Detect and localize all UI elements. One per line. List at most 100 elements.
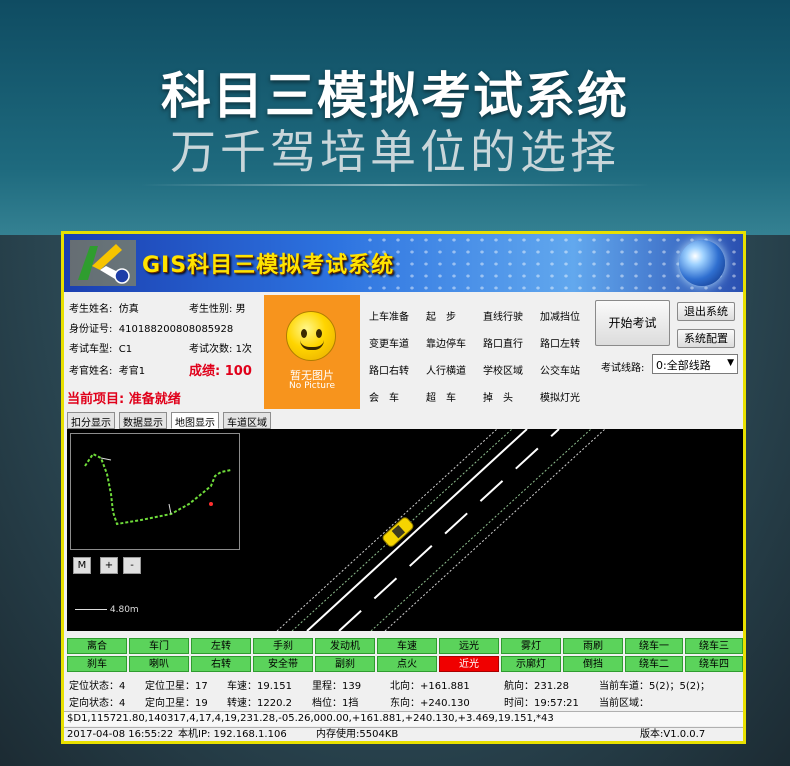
current-item-label: 当前项目: <box>67 392 125 407</box>
signal-cell: 右转 <box>191 656 251 672</box>
telemetry-value: 定向状态：4 <box>69 698 126 709</box>
signal-cell: 绕车三 <box>685 638 743 654</box>
exam-item[interactable]: 变更车道 <box>369 335 409 350</box>
count-value: 1次 <box>235 344 252 355</box>
name-value: 仿真 <box>118 304 139 315</box>
smiley-eye-right <box>316 329 322 338</box>
system-config-button[interactable]: 系统配置 <box>677 329 735 348</box>
score-row: 成绩: 100 <box>189 360 252 379</box>
exit-system-button[interactable]: 退出系统 <box>677 302 735 321</box>
signal-cell-active: 近光 <box>439 656 499 672</box>
count-label: 考试次数: <box>189 344 233 355</box>
exam-item[interactable]: 公交车站 <box>540 362 580 377</box>
zoom-reset-button[interactable]: M <box>73 557 91 574</box>
no-photo-text-en: No Picture <box>288 381 336 391</box>
exam-item[interactable]: 路口直行 <box>483 335 523 350</box>
zoom-in-button[interactable]: + <box>100 557 118 574</box>
signal-cell: 车速 <box>377 638 437 654</box>
telemetry-value: 当前车道：5(2)；5(2)； <box>599 681 711 692</box>
telemetry-value: 航向：231.28 <box>504 681 569 692</box>
exam-item[interactable]: 模拟灯光 <box>540 389 580 404</box>
telemetry-value: 里程：139 <box>312 681 362 692</box>
signal-cell: 离合 <box>67 638 127 654</box>
exam-item[interactable]: 靠边停车 <box>426 335 466 350</box>
hero-divider <box>140 184 650 186</box>
count-row: 考试次数: 1次 <box>189 340 252 355</box>
current-item: 当前项目: 准备就绪 <box>67 388 181 407</box>
signal-cell: 雨刷 <box>563 638 623 654</box>
signal-cell: 左转 <box>191 638 251 654</box>
telemetry-value: 当前区域： <box>599 698 649 709</box>
car-value: C1 <box>118 344 133 355</box>
signal-cell: 刹车 <box>67 656 127 672</box>
exam-item[interactable]: 上车准备 <box>369 308 409 323</box>
start-exam-button[interactable]: 开始考试 <box>595 300 670 346</box>
signal-cell: 发动机 <box>315 638 375 654</box>
status-bar: 2017-04-08 16:55:22 本机IP: 192.168.1.106 … <box>64 727 743 741</box>
telemetry-value: 车速：19.151 <box>227 681 292 692</box>
signal-cell: 点火 <box>377 656 437 672</box>
status-memory: 内存使用:5504KB <box>316 729 399 740</box>
signal-cell: 绕车二 <box>625 656 683 672</box>
exam-item[interactable]: 人行横道 <box>426 362 466 377</box>
hero-subtitle: 万千驾培单位的选择 <box>170 125 620 179</box>
examiner-row: 考官姓名: 考官1 <box>69 362 146 377</box>
gender-value: 男 <box>235 304 246 315</box>
scale-label: 4.80m <box>109 605 139 615</box>
exam-item[interactable]: 学校区域 <box>483 362 523 377</box>
candidate-photo: 暂无图片 No Picture <box>264 295 360 409</box>
examiner-value: 考官1 <box>118 366 146 377</box>
globe-icon <box>679 240 725 286</box>
tab-data[interactable]: 数据显示 <box>119 412 167 429</box>
exam-item[interactable]: 加减挡位 <box>540 308 580 323</box>
score-label: 成绩: <box>189 364 221 379</box>
tab-map[interactable]: 地图显示 <box>171 412 219 429</box>
signal-cell: 车门 <box>129 638 189 654</box>
route-selected-value: 0:全部线路 <box>656 359 711 372</box>
exam-item[interactable]: 超 车 <box>426 389 456 404</box>
telemetry-value: 东向：+240.130 <box>390 698 470 709</box>
smiley-eye-left <box>301 329 307 338</box>
route-trace <box>84 452 232 526</box>
signal-cell: 安全带 <box>253 656 313 672</box>
signal-cell: 副刹 <box>315 656 375 672</box>
telemetry-value: 档位：1挡 <box>312 698 359 709</box>
route-select[interactable]: 0:全部线路 ▼ <box>652 354 738 374</box>
signal-cell: 远光 <box>439 638 499 654</box>
car-row: 考试车型: C1 <box>69 340 133 355</box>
signal-cell: 倒挡 <box>563 656 623 672</box>
score-value: 100 <box>224 364 252 379</box>
signal-cell: 雾灯 <box>501 638 561 654</box>
smiley-icon <box>286 311 336 361</box>
telemetry-value: 北向：+161.881 <box>390 681 470 692</box>
telemetry-value: 定向卫星：19 <box>145 698 208 709</box>
raw-gps-data: $D1,115721.80,140317,4,17,4,19,231.28,-0… <box>64 711 743 726</box>
map-view[interactable]: M + - 4.80m <box>67 429 743 631</box>
telemetry-value: 转速：1220.2 <box>227 698 292 709</box>
signal-cell: 喇叭 <box>129 656 189 672</box>
app-banner: GIS科目三模拟考试系统 <box>64 234 743 292</box>
exam-item[interactable]: 路口左转 <box>540 335 580 350</box>
signal-cell: 示廓灯 <box>501 656 561 672</box>
telemetry-value: 定位状态：4 <box>69 681 126 692</box>
name-row: 考生姓名: 仿真 <box>69 300 139 315</box>
exam-item[interactable]: 会 车 <box>369 389 399 404</box>
gender-row: 考生性别: 男 <box>189 300 246 315</box>
telemetry-value: 时间：19:57:21 <box>504 698 579 709</box>
signal-cell: 手刹 <box>253 638 313 654</box>
exam-item[interactable]: 起 步 <box>426 308 456 323</box>
tab-lane-area[interactable]: 车道区域 <box>223 412 271 429</box>
id-label: 身份证号: <box>69 324 113 335</box>
scale-bar <box>75 609 107 610</box>
zoom-out-button[interactable]: - <box>123 557 141 574</box>
exam-item[interactable]: 直线行驶 <box>483 308 523 323</box>
status-ip: 本机IP: 192.168.1.106 <box>178 729 287 740</box>
minimap[interactable] <box>70 433 240 550</box>
current-item-value: 准备就绪 <box>128 392 181 407</box>
examiner-label: 考官姓名: <box>69 366 113 377</box>
smiley-mouth <box>300 340 324 350</box>
tab-deductions[interactable]: 扣分显示 <box>67 412 115 429</box>
exam-item[interactable]: 路口右转 <box>369 362 409 377</box>
exam-item[interactable]: 掉 头 <box>483 389 513 404</box>
route-label: 考试线路: <box>601 363 645 374</box>
